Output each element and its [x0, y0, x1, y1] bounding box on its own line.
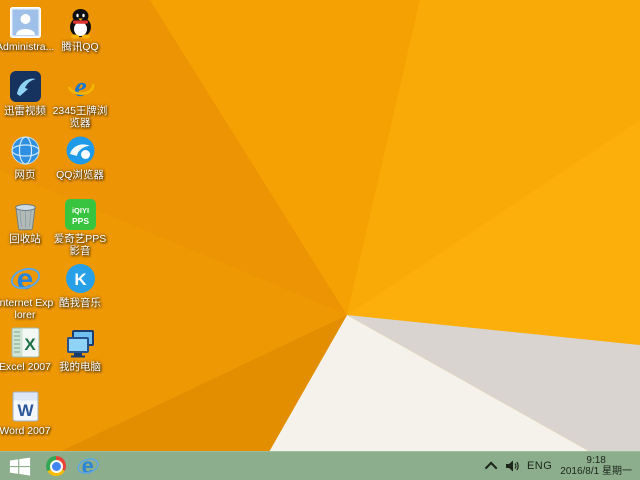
svg-text:X: X: [24, 335, 36, 354]
svg-text:e: e: [16, 263, 33, 295]
svg-text:iQIYI: iQIYI: [71, 206, 88, 215]
dual-monitor-icon: [64, 326, 97, 359]
system-tray: ENG 9:18 2016/8/1 星期一: [484, 455, 640, 477]
browser-circle-icon: [46, 456, 66, 476]
internet-explorer-icon: e: [77, 454, 99, 478]
word-icon: W: [9, 390, 42, 423]
icon-label: 回收站: [9, 233, 41, 245]
svg-text:e: e: [74, 72, 86, 103]
clock[interactable]: 9:18 2016/8/1 星期一: [560, 455, 632, 477]
desktop-icon-qq-browser[interactable]: QQ浏览器: [51, 134, 109, 181]
excel-icon: X: [9, 326, 42, 359]
recycle-bin-icon: [9, 198, 42, 231]
desktop-icon-thunder-video[interactable]: 迅雷视频: [0, 70, 54, 117]
thunder-video-icon: [9, 70, 42, 103]
clock-time: 9:18: [586, 455, 606, 466]
desktop-icon-excel-2007[interactable]: X Excel 2007: [0, 326, 54, 373]
icon-label: Internet Explorer: [0, 297, 54, 321]
qq-penguin-icon: [64, 6, 97, 39]
tray-expand-chevron-icon[interactable]: [484, 461, 498, 474]
language-indicator[interactable]: ENG: [527, 460, 552, 472]
taskbar-internet-explorer-button[interactable]: e: [72, 452, 104, 480]
svg-text:PPS: PPS: [71, 216, 88, 226]
icon-label: 2345王牌浏览器: [52, 105, 108, 129]
svg-text:K: K: [74, 270, 87, 289]
administrator-user-icon: [9, 6, 42, 39]
desktop-icon-my-computer[interactable]: 我的电脑: [51, 326, 109, 373]
volume-icon[interactable]: [505, 460, 519, 472]
desktop-icon-web-browser[interactable]: 网页: [0, 134, 54, 181]
icon-label: Excel 2007: [0, 361, 51, 373]
svg-text:W: W: [17, 401, 34, 420]
desktop-icon-recycle-bin[interactable]: 回收站: [0, 198, 54, 245]
desktop-icon-internet-explorer[interactable]: e Internet Explorer: [0, 262, 54, 321]
qq-browser-icon: [64, 134, 97, 167]
desktop-icon-iqiyi-pps[interactable]: iQIYI PPS 爱奇艺PPS影音: [51, 198, 109, 257]
kuwo-music-icon: K: [64, 262, 97, 295]
taskbar-browser-button[interactable]: [40, 452, 72, 480]
desktop-icon-tencent-qq[interactable]: 腾讯QQ: [51, 6, 109, 53]
browser-2345-icon: e: [64, 70, 97, 103]
desktop-icon-word-2007[interactable]: W Word 2007: [0, 390, 54, 437]
icon-label: 爱奇艺PPS影音: [53, 233, 107, 257]
icon-label: 网页: [14, 169, 36, 181]
icon-label: 腾讯QQ: [61, 41, 99, 53]
svg-text:e: e: [82, 454, 94, 478]
desktop-icon-administrator[interactable]: Administra...: [0, 6, 54, 53]
windows-logo-icon: [9, 457, 31, 476]
icon-label: Word 2007: [0, 425, 51, 437]
clock-date: 2016/8/1 星期一: [560, 466, 632, 477]
taskbar: e ENG 9:18 2016/8/1 星期一: [0, 451, 640, 480]
icon-label: QQ浏览器: [56, 169, 104, 181]
icon-label: 迅雷视频: [4, 105, 46, 117]
icon-label: Administra...: [0, 41, 54, 53]
globe-icon: [9, 134, 42, 167]
internet-explorer-icon: e: [9, 262, 42, 295]
start-button[interactable]: [0, 452, 40, 480]
icon-label: 我的电脑: [59, 361, 101, 373]
desktop-icon-2345-browser[interactable]: e 2345王牌浏览器: [51, 70, 109, 129]
icon-label: 酷我音乐: [59, 297, 101, 309]
desktop-icon-kuwo-music[interactable]: K 酷我音乐: [51, 262, 109, 309]
iqiyi-pps-icon: iQIYI PPS: [64, 198, 97, 231]
